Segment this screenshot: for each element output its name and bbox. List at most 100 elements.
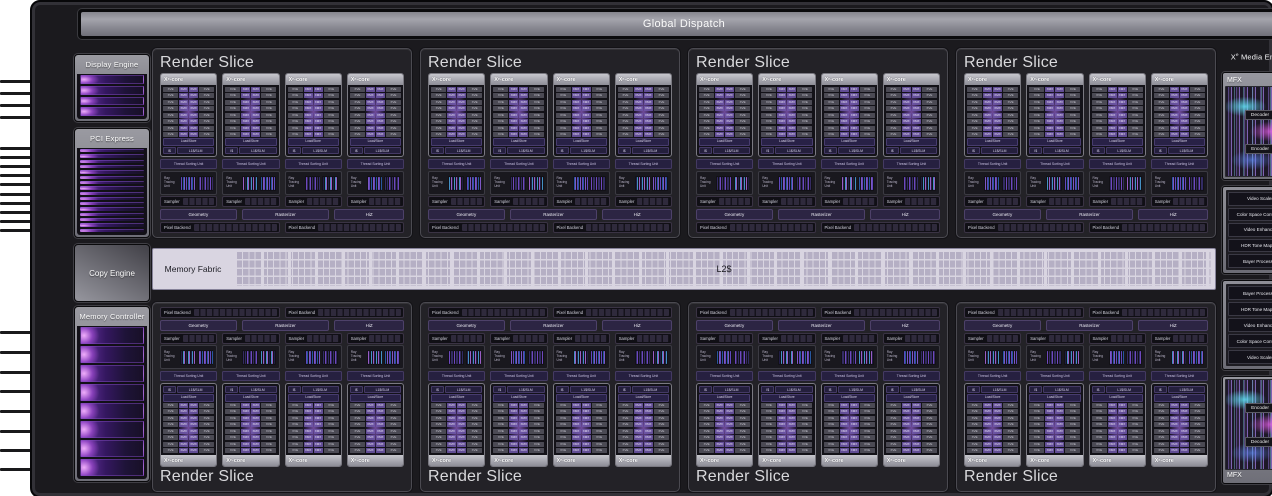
rt-cell (869, 177, 870, 190)
xve-row: XVEXMXXMXXVE (163, 106, 214, 111)
rt-cell (331, 351, 332, 364)
xmx-cell: XMX (572, 126, 581, 131)
xve-group: XVEXMXXMXXVEXVEXMXXMXXVE (618, 429, 669, 440)
xve-cell: XVE (592, 416, 607, 421)
xve-row: XVEXMXXMXXVE (618, 448, 669, 453)
geometry-row: Geometry Rasterizer HiZ (964, 209, 1208, 220)
ray-tracing-cells (796, 350, 812, 365)
xve-cell: XVE (467, 422, 482, 427)
sampler-cells (637, 335, 669, 342)
sampler-unit: Sampler (428, 196, 485, 207)
xe-core-header: Xe-core (491, 455, 546, 466)
sampler-unit: Sampler (1089, 333, 1146, 344)
rt-cell (1078, 351, 1079, 364)
xmx-cell: XMX (912, 106, 921, 111)
rt-cell (1073, 177, 1074, 190)
xmx-cell: XMX (840, 435, 849, 440)
rt-cell (1130, 177, 1131, 190)
xmx-cell: XMX (179, 100, 188, 105)
rt-cell (245, 177, 246, 190)
thread-sorting-unit: Thread Sorting Unit (1026, 159, 1083, 169)
xve-row: XVEXMXXMXXVE (1029, 93, 1080, 98)
rt-cell (264, 177, 265, 190)
xve-cell: XVE (1128, 106, 1143, 111)
sampler-label: Sampler (286, 199, 308, 204)
xe-core-column: Xe-core XVEXMXXMXXVEXVEXMXXMXXVEXVEXMXXM… (160, 73, 217, 195)
rt-cell (660, 177, 661, 190)
xmx-cell: XMX (715, 132, 724, 137)
rt-cell (587, 177, 588, 190)
slice-fixed-function: Sampler Sampler Sampler Sampler Geometry… (696, 307, 940, 344)
xmx-cell: XMX (582, 87, 591, 92)
rt-cell (930, 351, 931, 364)
xmx-cell: XMX (1180, 416, 1189, 421)
xve-cell: XVE (386, 87, 401, 92)
thread-sorting-unit: Thread Sorting Unit (222, 159, 279, 169)
xve-group: XVEXMXXMXXVEXVEXMXXMXXVE (431, 403, 482, 414)
rt-cell (907, 351, 908, 364)
xe-core-name-rest: -core (706, 458, 719, 464)
xve-cell: XVE (967, 435, 982, 440)
mfx-label: MFX (1225, 75, 1272, 86)
xve-row: XVEXMXXMXXVE (1154, 403, 1205, 408)
xmx-cell: XMX (376, 403, 385, 408)
xve-xmx-grid: XVEXMXXMXXVEXVEXMXXMXXVEXVEXMXXMXXVEXVEX… (493, 403, 544, 453)
xve-cell: XVE (699, 409, 714, 414)
rt-cell (208, 351, 209, 364)
sampler-cells (369, 198, 401, 205)
xve-group: XVEXMXXMXXVEXVEXMXXMXXVE (761, 113, 812, 124)
xve-group: XVEXMXXMXXVEXVEXMXXMXXVE (699, 416, 750, 427)
rt-cell (516, 351, 517, 364)
xve-cell: XVE (1154, 100, 1169, 105)
rt-cell (1054, 177, 1055, 190)
xmx-cell: XMX (447, 422, 456, 427)
geometry-unit: Geometry (696, 209, 773, 220)
rt-cell (928, 351, 929, 364)
xve-row: XVEXMXXMXXVE (618, 100, 669, 105)
xve-cell: XVE (324, 93, 339, 98)
xve-group: XVEXMXXMXXVEXVEXMXXMXXVE (824, 100, 875, 111)
cache-row: I$ L1$/SLM (431, 147, 482, 154)
rt-cell (578, 177, 579, 190)
xmx-cell: XMX (634, 93, 643, 98)
rt-cell (1189, 177, 1190, 190)
xve-row: XVEXMXXMXXVE (618, 403, 669, 408)
xve-cell: XVE (967, 126, 982, 131)
xmx-cell: XMX (912, 435, 921, 440)
xe-core-name-rest: -core (232, 77, 245, 83)
xve-row: XVEXMXXMXXVE (618, 87, 669, 92)
xve-row: XVEXMXXMXXVE (886, 87, 937, 92)
xmx-cell: XMX (1045, 429, 1054, 434)
rt-cell (1076, 351, 1077, 364)
sampler-cells (905, 198, 937, 205)
rt-cell (717, 351, 718, 364)
ray-tracing-unit: Ray Tracing Unit (964, 345, 1021, 369)
rt-cell (330, 351, 331, 364)
sampler-unit: Sampler (428, 333, 485, 344)
rt-cell (1132, 177, 1133, 190)
xmx-cell: XMX (634, 106, 643, 111)
cache-row: I$ L1$/SLM (699, 386, 750, 393)
xve-row: XVEXMXXMXXVE (824, 93, 875, 98)
xve-cell: XVE (225, 93, 240, 98)
sampler-label: Sampler (616, 199, 638, 204)
rt-cell (575, 351, 576, 364)
rt-cell (843, 351, 844, 364)
rt-cell (655, 177, 656, 190)
rt-cell (738, 351, 739, 364)
render-slice-panel: Render Slice Xe-core XVEXMXXMXXVEXVEXMXX… (152, 302, 412, 492)
load-store-unit: Load/Store (699, 138, 750, 146)
pixel-backend-label: Pixel Backend (429, 310, 462, 315)
rt-cell (1003, 177, 1004, 190)
ray-tracing-unit-label: Ray Tracing Unit (432, 351, 446, 363)
xve-cell: XVE (797, 429, 812, 434)
xve-cell: XVE (225, 87, 240, 92)
xmx-cell: XMX (241, 448, 250, 453)
xve-group: XVEXMXXMXXVEXVEXMXXMXXVE (1092, 442, 1143, 453)
xe-core-row: Xe-core XVEXMXXMXXVEXVEXMXXMXXVEXVEXMXXM… (160, 345, 404, 467)
instruction-cache: I$ (163, 386, 176, 393)
rt-cell (665, 177, 666, 190)
xve-cell: XVE (1065, 422, 1080, 427)
rt-cell (910, 177, 911, 190)
sampler-cells (719, 198, 751, 205)
